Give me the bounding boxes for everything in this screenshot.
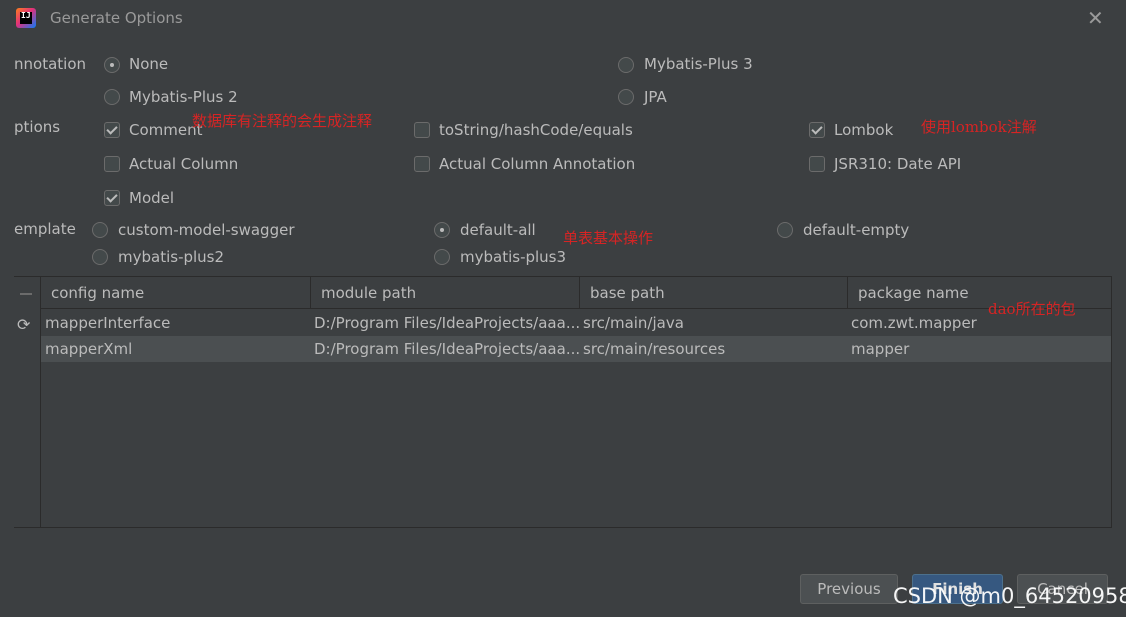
lombok-label[interactable]: Lombok (834, 121, 893, 139)
annotation-none-radio[interactable] (104, 57, 120, 73)
window-title: Generate Options (50, 9, 183, 27)
csdn-watermark: CSDN @m0_64520958 (893, 584, 1126, 608)
template-mybatis-plus3-label[interactable]: mybatis-plus3 (460, 248, 566, 266)
cell-module-path[interactable]: D:/Program Files/IdeaProjects/aaa... (310, 336, 579, 362)
template-mybatis-plus2-label[interactable]: mybatis-plus2 (118, 248, 224, 266)
cell-base-path[interactable]: src/main/resources (579, 336, 847, 362)
model-checkbox[interactable] (104, 190, 120, 206)
actual-column-label[interactable]: Actual Column (129, 155, 238, 173)
column-header-module-path[interactable]: module path (311, 277, 580, 309)
cell-base-path[interactable]: src/main/java (579, 310, 847, 336)
annotation-label: nnotation (14, 55, 86, 73)
config-table: ⟳ config name module path base path pack… (14, 276, 1112, 528)
tostring-label[interactable]: toString/hashCode/equals (439, 121, 633, 139)
template-default-empty-radio[interactable] (777, 222, 793, 238)
comment-annotation-note: 数据库有注释的会生成注释 (192, 112, 373, 130)
cell-package-name[interactable]: mapper (847, 336, 1111, 362)
actual-column-annotation-label[interactable]: Actual Column Annotation (439, 155, 635, 173)
remove-row-icon[interactable] (20, 293, 32, 295)
table-row[interactable]: mapperInterface D:/Program Files/IdeaPro… (41, 310, 1111, 336)
actual-column-checkbox[interactable] (104, 156, 120, 172)
intellij-app-icon: IJ (16, 8, 36, 28)
template-default-empty-label[interactable]: default-empty (803, 221, 909, 239)
refresh-icon[interactable]: ⟳ (17, 315, 30, 334)
default-all-annotation-note: 单表基本操作 (563, 229, 654, 247)
jsr310-label[interactable]: JSR310: Date API (834, 155, 961, 173)
table-toolstrip: ⟳ (14, 277, 41, 527)
annotation-mybatis-plus3-radio[interactable] (618, 57, 634, 73)
template-mybatis-plus3-radio[interactable] (434, 249, 450, 265)
actual-column-annotation-checkbox[interactable] (414, 156, 430, 172)
comment-checkbox[interactable] (104, 122, 120, 138)
template-default-all-radio[interactable] (434, 222, 450, 238)
annotation-mybatis-plus2-label[interactable]: Mybatis-Plus 2 (129, 88, 238, 106)
tostring-checkbox[interactable] (414, 122, 430, 138)
jsr310-checkbox[interactable] (809, 156, 825, 172)
close-icon[interactable]: ✕ (1087, 8, 1104, 28)
options-label: ptions (14, 118, 61, 136)
previous-button[interactable]: Previous (800, 574, 898, 604)
template-label: emplate (14, 220, 76, 238)
annotation-none-label[interactable]: None (129, 55, 168, 73)
annotation-jpa-radio[interactable] (618, 89, 634, 105)
template-mybatis-plus2-radio[interactable] (92, 249, 108, 265)
template-custom-model-swagger-label[interactable]: custom-model-swagger (118, 221, 294, 239)
template-default-all-label[interactable]: default-all (460, 221, 536, 239)
column-header-base-path[interactable]: base path (580, 277, 848, 309)
table-row[interactable]: mapperXml D:/Program Files/IdeaProjects/… (41, 336, 1111, 362)
lombok-annotation-note: 使用lombok注解 (921, 118, 1037, 136)
annotation-mybatis-plus2-radio[interactable] (104, 89, 120, 105)
cell-config-name[interactable]: mapperInterface (41, 310, 311, 336)
template-custom-model-swagger-radio[interactable] (92, 222, 108, 238)
model-label[interactable]: Model (129, 189, 174, 207)
annotation-mybatis-plus3-label[interactable]: Mybatis-Plus 3 (644, 55, 753, 73)
lombok-checkbox[interactable] (809, 122, 825, 138)
cell-config-name[interactable]: mapperXml (41, 336, 311, 362)
package-annotation-note: dao所在的包 (988, 300, 1076, 318)
column-header-config-name[interactable]: config name (41, 277, 311, 309)
annotation-jpa-label[interactable]: JPA (644, 88, 667, 106)
cell-module-path[interactable]: D:/Program Files/IdeaProjects/aaa... (310, 310, 579, 336)
